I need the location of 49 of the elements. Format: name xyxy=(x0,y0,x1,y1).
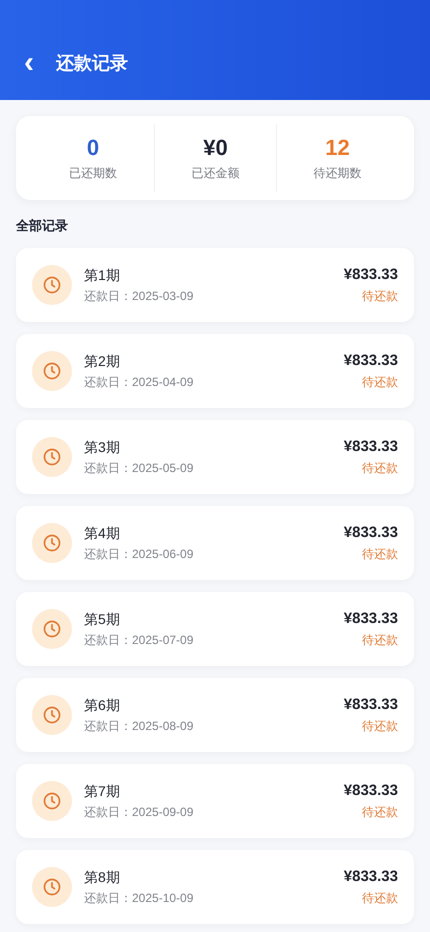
due-date: 还款日：2025-07-09 xyxy=(84,632,194,649)
stat-label: 待还期数 xyxy=(314,165,362,182)
due-date: 还款日：2025-03-09 xyxy=(84,288,194,305)
stat-label: 已还金额 xyxy=(192,165,240,182)
status-label: 待还款 xyxy=(362,890,398,907)
record-card[interactable]: 第5期 还款日：2025-07-09 ¥833.33 待还款 xyxy=(16,592,414,666)
status-label: 待还款 xyxy=(362,718,398,735)
amount: ¥833.33 xyxy=(344,609,398,629)
period-label: 第7期 xyxy=(84,782,121,801)
period-label: 第6期 xyxy=(84,696,121,715)
stat-value: ¥0 xyxy=(203,134,228,162)
record-card[interactable]: 第7期 还款日：2025-09-09 ¥833.33 待还款 xyxy=(16,764,414,838)
status-label: 待还款 xyxy=(362,804,398,821)
period-label: 第1期 xyxy=(84,266,121,285)
record-card[interactable]: 第3期 还款日：2025-05-09 ¥833.33 待还款 xyxy=(16,420,414,494)
due-date: 还款日：2025-05-09 xyxy=(84,460,194,477)
record-card[interactable]: 第8期 还款日：2025-10-09 ¥833.33 待还款 xyxy=(16,850,414,924)
period-label: 第4期 xyxy=(84,524,121,543)
amount: ¥833.33 xyxy=(344,523,398,543)
status-label: 待还款 xyxy=(362,632,398,649)
stat-label: 已还期数 xyxy=(69,165,117,182)
amount: ¥833.33 xyxy=(344,695,398,715)
period-label: 第5期 xyxy=(84,610,121,629)
stat-value: 12 xyxy=(325,134,350,162)
period-label: 第8期 xyxy=(84,868,121,887)
due-date: 还款日：2025-04-09 xyxy=(84,374,194,391)
amount: ¥833.33 xyxy=(344,437,398,457)
back-button[interactable]: ‹ xyxy=(20,48,38,78)
amount: ¥833.33 xyxy=(344,781,398,801)
amount: ¥833.33 xyxy=(344,867,398,887)
record-card[interactable]: 第6期 还款日：2025-08-09 ¥833.33 待还款 xyxy=(16,678,414,752)
record-card[interactable]: 第1期 还款日：2025-03-09 ¥833.33 待还款 xyxy=(16,248,414,322)
due-date: 还款日：2025-06-09 xyxy=(84,546,194,563)
status-label: 待还款 xyxy=(362,546,398,563)
stat-value: 0 xyxy=(86,134,100,162)
page-title: 还款记录 xyxy=(56,52,128,75)
period-label: 第2期 xyxy=(84,352,121,371)
period-label: 第3期 xyxy=(84,438,121,457)
record-card[interactable]: 第4期 还款日：2025-06-09 ¥833.33 待还款 xyxy=(16,506,414,580)
due-date: 还款日：2025-09-09 xyxy=(84,804,194,821)
section-title: 全部记录 xyxy=(16,217,69,235)
due-date: 还款日：2025-10-09 xyxy=(84,890,194,907)
due-date: 还款日：2025-08-09 xyxy=(84,718,194,735)
amount: ¥833.33 xyxy=(344,265,398,285)
record-card[interactable]: 第2期 还款日：2025-04-09 ¥833.33 待还款 xyxy=(16,334,414,408)
status-label: 待还款 xyxy=(362,288,398,305)
amount: ¥833.33 xyxy=(344,351,398,371)
status-label: 待还款 xyxy=(362,460,398,477)
status-label: 待还款 xyxy=(362,374,398,391)
